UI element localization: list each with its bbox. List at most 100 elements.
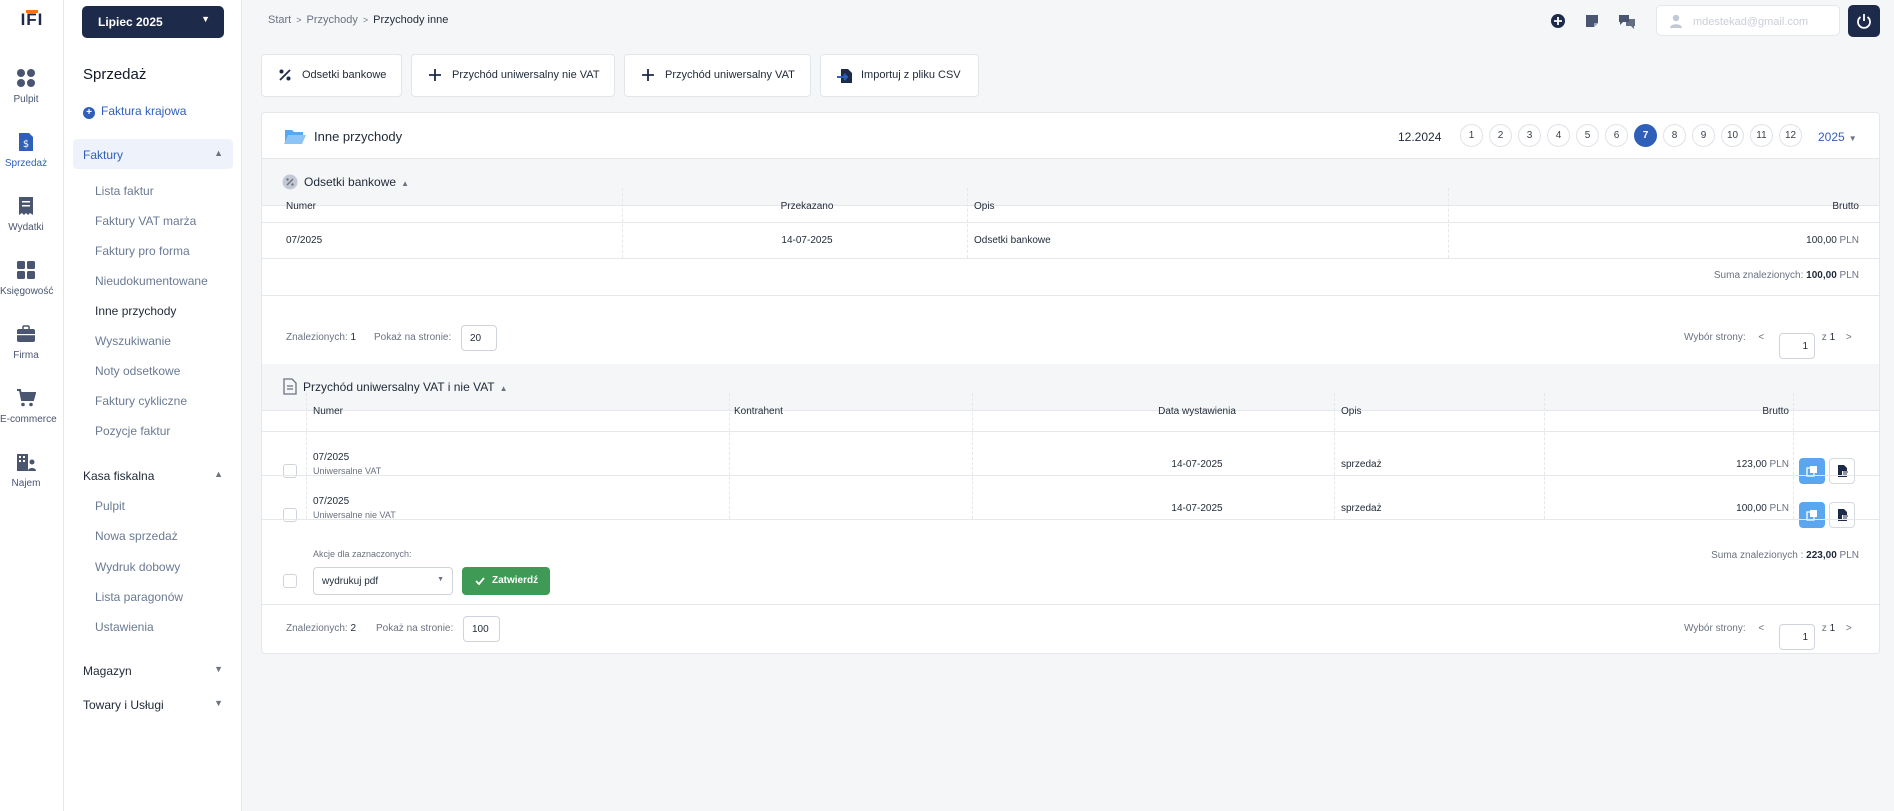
- sidebar-item-pozycje-faktur[interactable]: Pozycje faktur: [95, 424, 170, 438]
- rail-item-firma[interactable]: Firma: [0, 324, 52, 361]
- user-icon: [1670, 14, 1682, 28]
- sidebar-item-lista-paragonow[interactable]: Lista paragonów: [95, 590, 183, 604]
- col-brutto: Brutto: [1762, 406, 1789, 417]
- confirm-button[interactable]: Zatwierdź: [462, 567, 550, 595]
- sidebar-item-kasa-pulpit[interactable]: Pulpit: [95, 499, 125, 513]
- section-universal-header[interactable]: Przychód uniwersalny VAT i nie VAT ▲: [262, 364, 1879, 411]
- sidebar-item-ustawienia[interactable]: Ustawienia: [95, 620, 154, 634]
- section2-found: Znalezionych: 2: [286, 623, 357, 634]
- section1-pager: Wybór strony: < 1 z 1 >: [1684, 332, 1852, 359]
- logo[interactable]: IFI: [12, 10, 52, 38]
- bulk-actions-label: Akcje dla zaznaczonych:: [313, 549, 412, 559]
- section2-per-page-input[interactable]: 100: [463, 616, 500, 642]
- month-5[interactable]: 5: [1576, 124, 1599, 147]
- next-page-icon[interactable]: >: [1846, 623, 1852, 634]
- month-selector[interactable]: Lipiec 2025 ▼: [82, 6, 224, 38]
- logout-button[interactable]: [1848, 5, 1880, 37]
- copy-button[interactable]: [1799, 458, 1825, 484]
- rail-item-wydatki[interactable]: Wydatki: [0, 196, 52, 233]
- sidebar-item-nowa-sprzedaz[interactable]: Nowa sprzedaż: [95, 529, 178, 543]
- chevron-down-icon: ▼: [214, 698, 223, 708]
- row-data: 14-07-2025: [1171, 459, 1223, 470]
- add-universal-non-vat-button[interactable]: Przychód uniwersalny nie VAT: [411, 54, 615, 97]
- rail-item-pulpit[interactable]: Pulpit: [0, 68, 52, 105]
- month-11[interactable]: 11: [1750, 124, 1773, 147]
- breadcrumb-start[interactable]: Start: [268, 14, 291, 26]
- month-3[interactable]: 3: [1518, 124, 1541, 147]
- user-account[interactable]: mdestekad@gmail.com: [1656, 5, 1840, 36]
- user-email: mdestekad@gmail.com: [1693, 16, 1809, 28]
- add-bank-interest-button[interactable]: Odsetki bankowe: [261, 54, 402, 97]
- row-opis: sprzedaż: [1341, 459, 1382, 470]
- month-7[interactable]: 7: [1634, 124, 1657, 147]
- section1-per-page-input[interactable]: 20: [461, 325, 497, 351]
- sidebar-group-faktury[interactable]: Faktury ▲: [73, 139, 233, 169]
- month-12[interactable]: 12: [1779, 124, 1802, 147]
- prev-page-icon[interactable]: <: [1758, 623, 1764, 634]
- month-1[interactable]: 1: [1460, 124, 1483, 147]
- breadcrumb-current: Przychody inne: [373, 14, 449, 26]
- section1-page-input[interactable]: 1: [1779, 333, 1815, 359]
- bulk-action-select[interactable]: wydrukuj pdf ▼: [313, 567, 453, 595]
- col-numer: Numer: [313, 406, 344, 417]
- note-icon[interactable]: [1584, 13, 1600, 29]
- add-universal-vat-button[interactable]: Przychód uniwersalny VAT: [624, 54, 811, 97]
- col-kontrahent: Kontrahent: [734, 406, 783, 417]
- rail-item-ksiegowosc[interactable]: Księgowość: [0, 260, 53, 297]
- copy-button[interactable]: [1799, 502, 1825, 528]
- row-brutto: 100,00 PLN: [1806, 235, 1859, 246]
- chat-icon[interactable]: [1618, 13, 1636, 29]
- row-numer[interactable]: 07/2025: [313, 452, 349, 463]
- section2-page-input[interactable]: 1: [1779, 624, 1815, 650]
- file-import-icon: [837, 69, 852, 83]
- sidebar-item-inne-przychody[interactable]: Inne przychody: [95, 304, 176, 318]
- new-invoice-link[interactable]: + Faktura krajowa: [83, 104, 186, 119]
- calculator-icon: [17, 261, 35, 279]
- month-4[interactable]: 4: [1547, 124, 1570, 147]
- rail-item-najem[interactable]: Najem: [0, 452, 52, 489]
- cart-icon: [17, 389, 36, 407]
- sidebar-item-lista-faktur[interactable]: Lista faktur: [95, 184, 154, 198]
- pdf-button[interactable]: [1829, 502, 1855, 528]
- plus-circle-icon: +: [83, 107, 95, 119]
- chevron-right-icon: >: [362, 15, 369, 25]
- percent-icon: [279, 69, 291, 81]
- next-page-icon[interactable]: >: [1846, 332, 1852, 343]
- row-przekazano: 14-07-2025: [781, 235, 833, 246]
- month-2[interactable]: 2: [1489, 124, 1512, 147]
- sidebar-item-faktury-cykliczne[interactable]: Faktury cykliczne: [95, 394, 187, 408]
- select-all-checkbox[interactable]: [283, 574, 297, 588]
- pdf-button[interactable]: [1829, 458, 1855, 484]
- section2-pager: Wybór strony: < 1 z 1 >: [1684, 623, 1852, 650]
- col-data-wystawienia: Data wystawienia: [1158, 406, 1236, 417]
- rail-item-ecommerce[interactable]: E-commerce: [0, 388, 57, 425]
- row-numer[interactable]: 07/2025: [313, 496, 349, 507]
- prev-page-icon[interactable]: <: [1758, 332, 1764, 343]
- section-bank-interest-header[interactable]: Odsetki bankowe ▲: [262, 159, 1879, 206]
- row-numer[interactable]: 07/2025: [286, 235, 322, 246]
- month-9[interactable]: 9: [1692, 124, 1715, 147]
- month-8[interactable]: 8: [1663, 124, 1686, 147]
- sidebar-item-faktury-pro-forma[interactable]: Faktury pro forma: [95, 244, 190, 258]
- sidebar-item-wyszukiwanie[interactable]: Wyszukiwanie: [95, 334, 171, 348]
- chevron-down-icon: ▼: [214, 664, 223, 674]
- import-csv-button[interactable]: Importuj z pliku CSV: [820, 54, 979, 97]
- sidebar-group-magazyn[interactable]: Magazyn ▼: [73, 655, 233, 685]
- sidebar-group-towary[interactable]: Towary i Usługi ▼: [73, 689, 233, 719]
- sidebar-item-noty-odsetkowe[interactable]: Noty odsetkowe: [95, 364, 180, 378]
- year-selector[interactable]: 2025 ▼: [1818, 130, 1857, 144]
- month-10[interactable]: 10: [1721, 124, 1744, 147]
- sidebar-group-kasa[interactable]: Kasa fiskalna ▲: [73, 460, 233, 490]
- plus-circle-icon[interactable]: [1550, 13, 1566, 29]
- sidebar-item-nieudokumentowane[interactable]: Nieudokumentowane: [95, 274, 208, 288]
- row-brutto: 123,00 PLN: [1736, 459, 1789, 470]
- chevron-up-icon: ▲: [499, 384, 508, 393]
- breadcrumb-przychody[interactable]: Przychody: [307, 14, 358, 26]
- sidebar-item-wydruk-dobowy[interactable]: Wydruk dobowy: [95, 560, 180, 574]
- breadcrumb: Start > Przychody > Przychody inne: [268, 14, 448, 26]
- period-label[interactable]: 12.2024: [1398, 130, 1441, 144]
- sidebar-item-faktury-vat-marza[interactable]: Faktury VAT marża: [95, 214, 196, 228]
- month-6[interactable]: 6: [1605, 124, 1628, 147]
- rail-item-sprzedaz[interactable]: $ Sprzedaż: [0, 132, 52, 169]
- power-icon: [1857, 14, 1871, 29]
